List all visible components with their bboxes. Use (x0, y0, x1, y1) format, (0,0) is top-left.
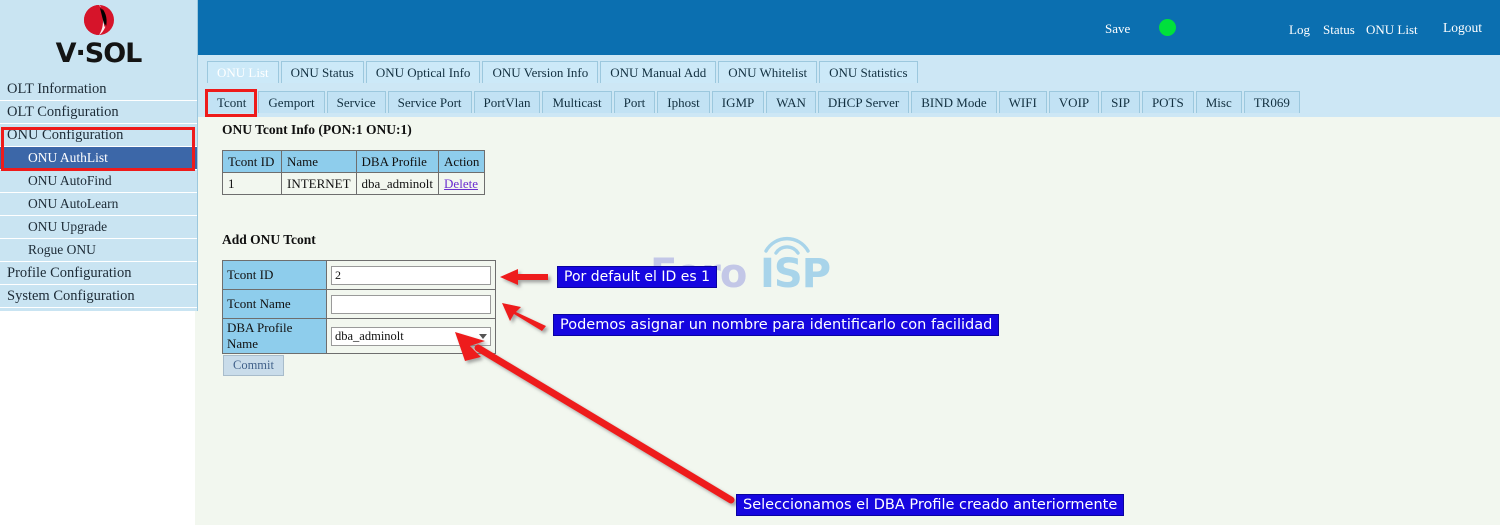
form-row-tcont-name: Tcont Name (222, 289, 496, 319)
tab-iphost[interactable]: Iphost (657, 91, 710, 113)
tab-tcont[interactable]: Tcont (207, 91, 257, 113)
sidebar-item-onu-upgrade[interactable]: ONU Upgrade (0, 216, 197, 239)
chevron-down-icon (479, 333, 487, 339)
table-header-row: Tcont ID Name DBA Profile Action (222, 150, 486, 173)
cell-action: Delete (438, 172, 486, 195)
sidebar-item-olt-configuration[interactable]: OLT Configuration (0, 101, 197, 124)
tab-multicast[interactable]: Multicast (542, 91, 612, 113)
tab-onu-manual-add[interactable]: ONU Manual Add (600, 61, 717, 83)
tab-wifi[interactable]: WIFI (998, 91, 1047, 113)
sidebar-item-onu-authlist[interactable]: ONU AuthList (0, 147, 197, 170)
tab-onu-optical-info[interactable]: ONU Optical Info (365, 61, 481, 83)
tab-onu-statistics[interactable]: ONU Statistics (819, 61, 918, 83)
save-button[interactable]: Save (1105, 21, 1130, 37)
secondary-tab-row: Tcont Gemport Service Service Port PortVlan M… (207, 91, 1302, 113)
tab-port[interactable]: Port (613, 91, 656, 113)
callout-tcont-id: Por default el ID es 1 (557, 266, 718, 288)
callout-tcont-name: Podemos asignar un nombre para identific… (553, 314, 1000, 336)
cell-name: INTERNET (281, 172, 357, 195)
form-row-dba-profile: DBA Profile Name dba_adminolt (222, 318, 496, 354)
tab-tr069[interactable]: TR069 (1243, 91, 1300, 113)
top-header-bar: Save Log Status ONU List Logout (195, 0, 1500, 55)
sidebar-item-rogue-onu[interactable]: Rogue ONU (0, 239, 197, 262)
primary-tab-row: ONU List ONU Status ONU Optical Info ONU Ve… (207, 61, 920, 83)
field-tcont-name (326, 289, 496, 319)
tab-portvlan[interactable]: PortVlan (473, 91, 541, 113)
cell-tcont-id: 1 (222, 172, 282, 195)
watermark-text-isp: ISP (760, 251, 831, 297)
label-tcont-id: Tcont ID (222, 260, 327, 290)
sidebar-item-onu-autolearn[interactable]: ONU AutoLearn (0, 193, 197, 216)
dba-profile-selected-value: dba_adminolt (335, 328, 404, 343)
tab-misc[interactable]: Misc (1195, 91, 1242, 113)
col-dba-profile: DBA Profile (355, 150, 440, 173)
tab-onu-list[interactable]: ONU List (207, 61, 279, 83)
tab-sip[interactable]: SIP (1101, 91, 1140, 113)
callout-dba-profile: Seleccionamos el DBA Profile creado ante… (736, 494, 1125, 516)
vsol-circle-logo-icon (82, 3, 116, 37)
field-tcont-id (326, 260, 496, 290)
sidebar-item-olt-information[interactable]: OLT Information (0, 78, 197, 101)
header-link-onu-list[interactable]: ONU List (1366, 22, 1418, 38)
cell-dba-profile: dba_adminolt (355, 172, 440, 195)
sidebar-item-profile-configuration[interactable]: Profile Configuration (0, 262, 197, 285)
tab-voip[interactable]: VOIP (1048, 91, 1100, 113)
tab-pots[interactable]: POTS (1141, 91, 1194, 113)
header-link-status[interactable]: Status (1323, 22, 1355, 38)
label-tcont-name: Tcont Name (222, 289, 327, 319)
label-dba-profile-name: DBA Profile Name (222, 318, 327, 354)
sidebar-item-onu-configuration[interactable]: ONU Configuration (0, 124, 197, 147)
tab-bind-mode[interactable]: BIND Mode (911, 91, 997, 113)
sidebar-item-system-configuration[interactable]: System Configuration (0, 285, 197, 308)
onu-tcont-info-title: ONU Tcont Info (PON:1 ONU:1) (222, 122, 412, 137)
brand-logo-area: V·SOL (0, 0, 197, 78)
tab-onu-version-info[interactable]: ONU Version Info (482, 61, 599, 83)
tab-onu-status[interactable]: ONU Status (280, 61, 364, 83)
col-action: Action (438, 150, 486, 173)
col-tcont-id: Tcont ID (222, 150, 282, 173)
foro-isp-watermark: Foro ISP (650, 229, 880, 299)
tab-bars: ONU List ONU Status ONU Optical Info ONU Ve… (195, 55, 1500, 117)
tcont-name-input[interactable] (331, 294, 491, 314)
dba-profile-select[interactable]: dba_adminolt (331, 326, 491, 346)
brand-wordmark: V·SOL (55, 38, 143, 69)
sidebar-item-onu-autofind[interactable]: ONU AutoFind (0, 170, 197, 193)
field-dba-profile: dba_adminolt (326, 318, 496, 354)
tab-igmp[interactable]: IGMP (711, 91, 765, 113)
add-onu-tcont-form: Tcont ID Tcont Name DBA Profile Name dba… (222, 260, 496, 354)
tab-wan[interactable]: WAN (766, 91, 816, 113)
status-indicator-dot (1159, 19, 1176, 36)
sidebar: V·SOL OLT Information OLT Configuration … (0, 0, 198, 311)
logout-button[interactable]: Logout (1443, 20, 1482, 36)
sidebar-filler (0, 311, 195, 525)
tab-service[interactable]: Service (326, 91, 386, 113)
screenshot-root: V·SOL OLT Information OLT Configuration … (0, 0, 1500, 525)
form-row-tcont-id: Tcont ID (222, 260, 496, 290)
tab-onu-whitelist[interactable]: ONU Whitelist (718, 61, 818, 83)
tab-gemport[interactable]: Gemport (258, 91, 325, 113)
tcont-id-input[interactable] (331, 265, 491, 285)
table-row: 1 INTERNET dba_adminolt Delete (222, 172, 486, 195)
add-onu-tcont-title: Add ONU Tcont (222, 232, 316, 247)
wifi-arc-icon (758, 229, 816, 260)
delete-link[interactable]: Delete (444, 176, 478, 191)
onu-tcont-info-table: Tcont ID Name DBA Profile Action 1 INTER… (222, 150, 486, 195)
col-name: Name (281, 150, 357, 173)
commit-button[interactable]: Commit (223, 355, 284, 376)
header-link-log[interactable]: Log (1289, 22, 1310, 38)
tab-service-port[interactable]: Service Port (387, 91, 472, 113)
tab-dhcp-server[interactable]: DHCP Server (817, 91, 910, 113)
